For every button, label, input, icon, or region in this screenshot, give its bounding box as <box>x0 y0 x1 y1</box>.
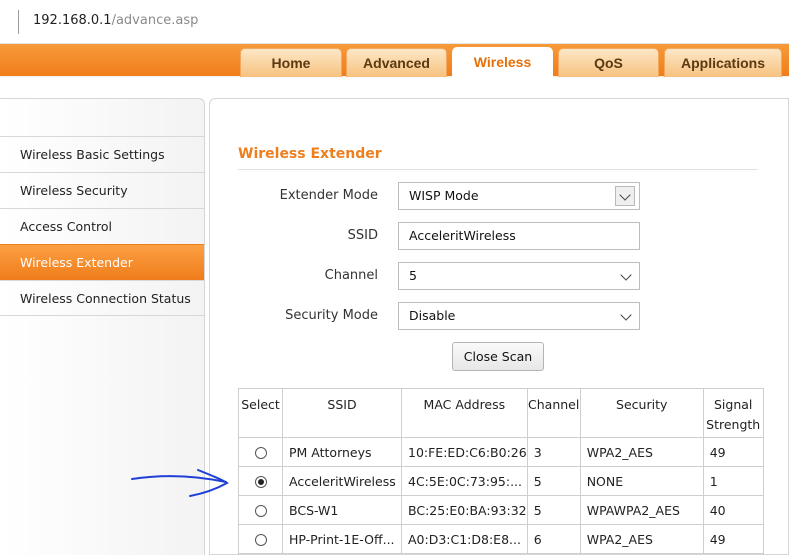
extender-mode-value: WISP Mode <box>409 188 479 203</box>
chevron-down-icon <box>620 309 632 321</box>
select-radio[interactable] <box>254 504 267 517</box>
channel-select[interactable]: 5 <box>398 262 640 290</box>
cell-signal: 49 <box>702 524 764 554</box>
cell-ssid: BCS-W1 <box>282 495 402 525</box>
select-radio[interactable] <box>254 475 267 488</box>
url-text[interactable]: 192.168.0.1/advance.asp <box>33 13 198 28</box>
sidebar-item-access-control[interactable]: Access Control <box>0 208 204 244</box>
cell-mac: BC:25:E0:BA:93:32 <box>401 495 528 525</box>
cell-channel: 5 <box>526 495 581 525</box>
table-row[interactable]: BCS-W1 BC:25:E0:BA:93:32 5 WPAWPA2_AES 4… <box>238 495 764 525</box>
col-security: Security <box>579 388 704 438</box>
cell-mac: 10:FE:ED:C6:B0:26 <box>401 437 528 467</box>
tab-home[interactable]: Home <box>240 48 342 77</box>
cell-ssid: AcceleritWireless <box>282 466 402 496</box>
address-bar-divider <box>18 10 19 34</box>
tab-wireless[interactable]: Wireless <box>452 47 553 78</box>
cell-channel: 6 <box>526 524 581 554</box>
cell-security: NONE <box>579 466 704 496</box>
extender-mode-select[interactable]: WISP Mode <box>398 182 640 210</box>
tab-advanced[interactable]: Advanced <box>346 48 447 77</box>
cell-security: WPA2_AES <box>579 524 704 554</box>
ssid-label: SSID <box>347 228 378 243</box>
tab-qos[interactable]: QoS <box>558 48 659 77</box>
tab-applications[interactable]: Applications <box>664 48 782 77</box>
sidebar-item-wireless-connection-status[interactable]: Wireless Connection Status <box>0 280 204 316</box>
chevron-down-icon <box>620 269 632 281</box>
cell-ssid: PM Attorneys <box>282 437 402 467</box>
top-nav: Home Advanced Wireless QoS Applications <box>0 44 789 78</box>
channel-label: Channel <box>324 268 378 283</box>
sidebar-item-wireless-security[interactable]: Wireless Security <box>0 172 204 208</box>
channel-value: 5 <box>409 268 417 283</box>
table-row[interactable]: PM Attorneys 10:FE:ED:C6:B0:26 3 WPA2_AE… <box>238 437 764 467</box>
col-ssid: SSID <box>282 388 402 438</box>
col-select: Select <box>238 388 283 438</box>
chevron-down-icon[interactable] <box>615 186 635 206</box>
security-mode-value: Disable <box>409 308 456 323</box>
cell-channel: 3 <box>526 437 581 467</box>
url-path: /advance.asp <box>111 13 199 28</box>
cell-mac: 4C:5E:0C:73:95:... <box>401 466 528 496</box>
cell-security: WPAWPA2_AES <box>579 495 704 525</box>
table-header-row: Select SSID MAC Address Channel Security… <box>238 388 764 438</box>
select-radio[interactable] <box>254 446 267 459</box>
extender-mode-label: Extender Mode <box>279 188 378 203</box>
scan-results-table: Select SSID MAC Address Channel Security… <box>238 388 764 554</box>
cell-signal: 40 <box>702 495 764 525</box>
url-host: 192.168.0.1 <box>33 13 112 28</box>
select-radio[interactable] <box>254 533 267 546</box>
title-divider <box>238 169 758 170</box>
sidebar-item-wireless-extender[interactable]: Wireless Extender <box>0 244 204 280</box>
col-channel: Channel <box>526 388 581 438</box>
col-mac-address: MAC Address <box>401 388 528 438</box>
cell-ssid: HP-Print-1E-Off... <box>282 524 402 554</box>
address-bar[interactable]: 192.168.0.1/advance.asp <box>0 0 789 44</box>
cell-signal: 1 <box>702 466 764 496</box>
cell-security: WPA2_AES <box>579 437 704 467</box>
security-mode-label: Security Mode <box>285 308 378 323</box>
hand-drawn-arrow-icon <box>131 469 229 497</box>
table-row[interactable]: AcceleritWireless 4C:5E:0C:73:95:... 5 N… <box>238 466 764 496</box>
col-signal-strength: Signal Strength <box>702 388 764 438</box>
sidebar-item-wireless-basic-settings[interactable]: Wireless Basic Settings <box>0 136 204 172</box>
cell-mac: A0:D3:C1:D8:E8... <box>401 524 528 554</box>
table-row[interactable]: HP-Print-1E-Off... A0:D3:C1:D8:E8... 6 W… <box>238 524 764 554</box>
page-title: Wireless Extender <box>238 146 382 162</box>
security-mode-select[interactable]: Disable <box>398 302 640 330</box>
close-scan-button[interactable]: Close Scan <box>452 342 544 371</box>
cell-signal: 49 <box>702 437 764 467</box>
ssid-input[interactable]: AcceleritWireless <box>398 222 640 250</box>
cell-channel: 5 <box>526 466 581 496</box>
